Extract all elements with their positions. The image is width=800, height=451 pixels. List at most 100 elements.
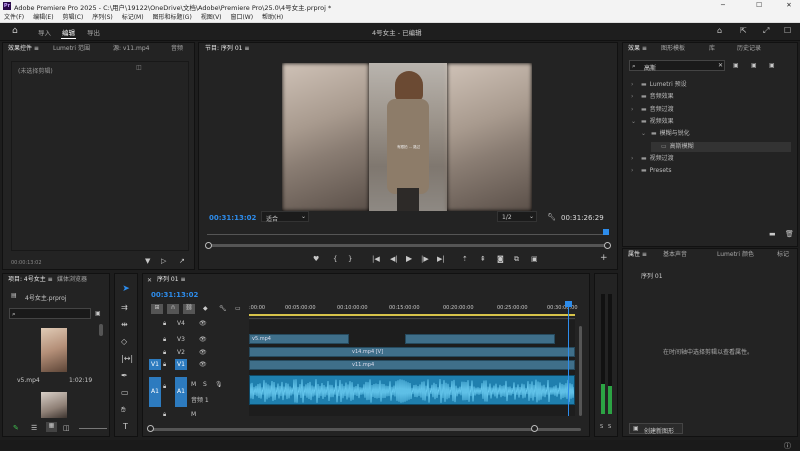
effects-folder[interactable]: › ▬ Lumetri 预设 xyxy=(631,80,687,90)
timeline-v-scrollbar[interactable] xyxy=(579,326,582,416)
tab-audio[interactable]: 音频 xyxy=(171,43,183,55)
workspaces-icon[interactable]: ⌂ xyxy=(717,26,722,35)
source-patch-v1[interactable]: V1 xyxy=(149,359,161,370)
chevron-right-icon[interactable]: › xyxy=(631,92,641,102)
ripple-edit-icon[interactable]: ⇹ xyxy=(121,320,128,329)
track-select-icon[interactable]: ⇉ xyxy=(121,303,128,312)
add-marker-icon[interactable]: ♥ xyxy=(313,255,319,263)
timeline-ruler[interactable]: :00:00 00:05:00:00 00:10:00:00 00:15:00:… xyxy=(249,303,578,319)
comparison-view-icon[interactable]: ⧉ xyxy=(514,255,519,264)
type-tool-icon[interactable]: T xyxy=(123,422,128,431)
solo-left-button[interactable]: S xyxy=(600,424,603,430)
clip-name[interactable]: v5.mp4 xyxy=(17,377,40,384)
fit-dropdown[interactable]: 适合 ⌄ xyxy=(261,211,309,223)
chevron-right-icon[interactable]: › xyxy=(631,154,641,164)
video-clip-v3[interactable] xyxy=(405,334,555,344)
mark-in-icon[interactable]: { xyxy=(333,255,337,263)
tab-source[interactable]: 源: v11.mp4 xyxy=(113,43,150,55)
razor-tool-icon[interactable]: ◇ xyxy=(121,337,127,346)
lock-icon[interactable]: 🔒︎ xyxy=(163,361,166,369)
effects-folder[interactable]: › ▬ 视频过渡 xyxy=(631,154,674,164)
effects-folder[interactable]: ⌄ ▬ 模糊与锐化 xyxy=(641,129,690,139)
rectangle-tool-icon[interactable]: ▭ xyxy=(121,388,129,397)
mute-icon[interactable]: M xyxy=(191,381,196,388)
hand-tool-icon[interactable]: ✋︎ xyxy=(121,405,126,415)
add-button-icon[interactable]: + xyxy=(600,253,608,263)
track-target-a1[interactable]: A1 xyxy=(175,377,187,407)
accelerated-effects-icon[interactable]: ▣ xyxy=(733,62,739,69)
program-timecode[interactable]: 00:31:13:02 xyxy=(209,214,256,222)
new-bin-icon[interactable]: ▬ xyxy=(769,230,776,238)
freeform-view-icon[interactable]: ◫ xyxy=(63,424,70,432)
work-area-bar[interactable] xyxy=(249,314,575,316)
yuv-effects-icon[interactable]: ▣ xyxy=(769,62,775,69)
lock-icon[interactable]: 🔒︎ xyxy=(163,411,166,419)
lock-icon[interactable]: 🔒︎ xyxy=(163,383,166,391)
new-bin-icon[interactable]: ▣ xyxy=(95,310,101,317)
play-only-icon[interactable]: ▷ xyxy=(161,257,166,265)
source-patch-a1[interactable]: A1 xyxy=(149,377,161,407)
vr-icon[interactable]: ▣ xyxy=(531,255,538,263)
effects-folder[interactable]: › ▬ Presets xyxy=(631,166,672,176)
zoom-handle-left[interactable] xyxy=(205,242,212,249)
effects-folder[interactable]: › ▬ 音频效果 xyxy=(631,92,674,102)
chevron-right-icon[interactable]: › xyxy=(631,166,641,176)
zoom-slider[interactable] xyxy=(79,428,107,429)
tab-libraries[interactable]: 库 xyxy=(709,43,715,55)
tab-history[interactable]: 历史记录 xyxy=(737,43,761,55)
tab-sequence[interactable]: 序列 01 ≡ xyxy=(157,274,185,286)
playhead-line[interactable] xyxy=(568,303,569,416)
effects-folder[interactable]: › ▬ 音频过渡 xyxy=(631,105,674,115)
project-scrollbar[interactable] xyxy=(99,324,103,336)
h-scroll-handle-right[interactable] xyxy=(531,425,538,432)
tab-markers[interactable]: 标记 xyxy=(777,249,789,261)
zoom-handle-right[interactable] xyxy=(604,242,611,249)
timeline-timecode[interactable]: 00:31:13:02 xyxy=(151,291,198,299)
camera-icon[interactable]: ◙ xyxy=(497,255,504,263)
program-playhead[interactable] xyxy=(603,229,609,235)
effects-search-input[interactable]: 高斯 xyxy=(644,63,656,72)
lock-icon[interactable]: 🔒︎ xyxy=(163,336,166,344)
extract-icon[interactable]: ⇞ xyxy=(480,255,486,263)
mic-icon[interactable]: 🎙︎ xyxy=(215,381,223,388)
video-clip-v2[interactable]: v14.mp4 [V] xyxy=(249,347,575,357)
chevron-right-icon[interactable]: › xyxy=(631,80,641,90)
menu-item-graphics[interactable]: 图形和标题(G) xyxy=(152,14,191,21)
timeline-settings-icon[interactable]: 🔧︎ xyxy=(219,305,227,312)
lock-icon[interactable]: 🔒︎ xyxy=(163,349,166,357)
minimize-icon[interactable]: ─ xyxy=(716,1,730,9)
mark-out-icon[interactable]: } xyxy=(348,255,352,263)
timeline-h-scrollbar[interactable] xyxy=(149,428,581,431)
list-view-icon[interactable]: ☰ xyxy=(31,424,37,432)
slip-tool-icon[interactable]: |↔| xyxy=(121,354,133,363)
chevron-right-icon[interactable]: › xyxy=(631,105,641,115)
clip-thumbnail[interactable] xyxy=(41,392,67,418)
effect-item[interactable]: ▭ 高斯模糊 xyxy=(651,141,791,152)
chevron-down-icon[interactable]: ⌄ xyxy=(641,129,651,139)
menu-item-window[interactable]: 窗口(W) xyxy=(230,14,253,21)
go-to-out-icon[interactable]: ▶| xyxy=(437,255,445,263)
eye-icon[interactable]: 👁︎ xyxy=(199,349,207,356)
clip-thumbnail[interactable] xyxy=(41,328,67,372)
tab-media-browser[interactable]: 媒体浏览器 xyxy=(57,274,87,286)
filter-icon[interactable]: ▼ xyxy=(145,257,150,265)
project-search-box[interactable]: ⌕ xyxy=(9,308,91,319)
tab-program[interactable]: 节目: 序列 01 ≡ xyxy=(205,43,249,55)
menu-item-markers[interactable]: 标记(M) xyxy=(122,14,144,21)
quick-export-icon[interactable]: ⇱ xyxy=(740,26,747,35)
delete-icon[interactable]: 🗑︎ xyxy=(785,230,794,238)
pen-tool-icon[interactable]: ✒ xyxy=(121,371,128,380)
tab-effects[interactable]: 效果 ≡ xyxy=(628,43,647,55)
h-scroll-handle-left[interactable] xyxy=(147,425,154,432)
track-target-v1[interactable]: V1 xyxy=(175,359,187,370)
insert-overwrite-icon[interactable]: ⊞ xyxy=(151,304,163,314)
tab-import[interactable]: 导入 xyxy=(38,27,51,37)
tab-properties[interactable]: 属性 ≡ xyxy=(628,249,647,261)
selection-tool-icon[interactable]: ➤ xyxy=(120,284,132,296)
eye-icon[interactable]: 👁︎ xyxy=(199,320,207,327)
wrench-icon[interactable]: 🔧︎ xyxy=(547,213,556,221)
snap-icon[interactable]: ∩ xyxy=(167,304,179,314)
fullscreen-icon[interactable]: ⤢ xyxy=(763,26,769,36)
playhead-handle[interactable] xyxy=(565,301,572,307)
tab-edit[interactable]: 编辑 xyxy=(62,27,75,37)
